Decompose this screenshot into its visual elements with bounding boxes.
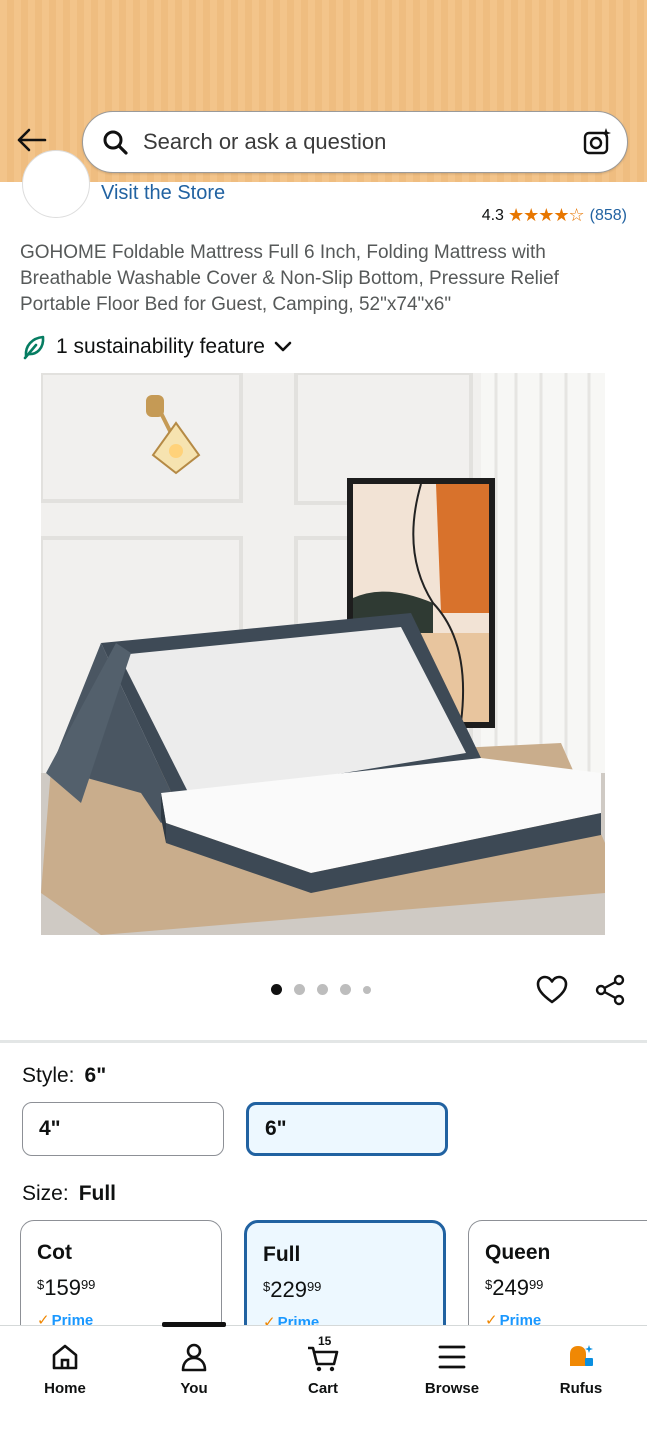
product-image[interactable] xyxy=(41,373,605,935)
rufus-icon xyxy=(564,1340,598,1374)
nav-label: Browse xyxy=(424,1380,480,1397)
carousel-dot[interactable] xyxy=(294,984,305,995)
price-currency: $ xyxy=(37,1277,45,1292)
price-whole: 249 xyxy=(492,1275,529,1300)
nav-cart[interactable]: 15 Cart xyxy=(278,1334,368,1397)
price-cents: 99 xyxy=(528,1277,544,1292)
carousel-dot[interactable] xyxy=(317,984,328,995)
carousel-dot[interactable] xyxy=(340,984,351,995)
price-whole: 159 xyxy=(44,1275,81,1300)
chevron-down-icon xyxy=(273,337,293,357)
search-icon xyxy=(101,128,129,156)
sustainability-label: 1 sustainability feature xyxy=(56,335,265,358)
share-icon[interactable] xyxy=(592,972,628,1008)
sustainability-feature-toggle[interactable]: 1 sustainability feature xyxy=(20,333,293,361)
rating-summary[interactable]: 4.3 ★★★★☆ (858) xyxy=(482,205,627,226)
style-label: Style: 6" xyxy=(22,1064,106,1088)
home-icon xyxy=(48,1340,82,1374)
price-currency: $ xyxy=(485,1277,493,1292)
rating-value: 4.3 xyxy=(481,206,504,224)
product-title: GOHOME Foldable Mattress Full 6 Inch, Fo… xyxy=(20,242,559,315)
style-option-6in[interactable]: 6" xyxy=(246,1102,448,1156)
carousel-dot[interactable] xyxy=(363,985,371,994)
menu-icon xyxy=(435,1340,469,1374)
size-selected-value: Full xyxy=(78,1182,117,1205)
camera-search-icon[interactable] xyxy=(581,126,613,158)
nav-label: Rufus xyxy=(559,1380,603,1397)
price-currency: $ xyxy=(263,1279,271,1294)
person-icon xyxy=(177,1340,211,1374)
size-option-name: Full xyxy=(263,1243,301,1266)
bottom-navigation: Home You 15 Cart Browse Rufus xyxy=(0,1322,647,1440)
style-option-label: 6" xyxy=(265,1117,287,1140)
size-option-name: Queen xyxy=(485,1241,551,1264)
image-carousel-dots[interactable] xyxy=(271,984,371,995)
cart-count-badge: 15 xyxy=(318,1334,332,1348)
star-rating-icon: ★★★★☆ xyxy=(507,205,585,225)
carousel-dot[interactable] xyxy=(271,984,282,995)
size-option-price: $159 99 xyxy=(37,1275,205,1301)
nav-browse[interactable]: Browse xyxy=(407,1340,497,1397)
style-option-4in[interactable]: 4" xyxy=(22,1102,224,1156)
cart-icon: 15 xyxy=(306,1334,340,1374)
store-logo[interactable] xyxy=(22,150,90,218)
style-option-label: 4" xyxy=(39,1117,61,1140)
heart-icon[interactable] xyxy=(534,972,570,1008)
price-whole: 229 xyxy=(270,1277,307,1302)
nav-label: You xyxy=(180,1380,208,1397)
nav-rufus[interactable]: Rufus xyxy=(536,1340,626,1397)
leaf-icon xyxy=(20,333,48,361)
nav-label: Cart xyxy=(307,1380,338,1397)
visit-store-link[interactable]: Visit the Store xyxy=(101,182,225,205)
price-cents: 99 xyxy=(306,1279,322,1294)
style-label-text: Style: xyxy=(22,1064,75,1087)
search-placeholder: Search or ask a question xyxy=(143,129,387,154)
size-label: Size: Full xyxy=(22,1182,116,1206)
size-option-price: $249 99 xyxy=(485,1275,631,1301)
size-option-price: $229 99 xyxy=(263,1277,427,1303)
section-divider xyxy=(0,1040,647,1043)
top-header: Search or ask a question xyxy=(0,0,647,182)
price-cents: 99 xyxy=(80,1277,96,1292)
rating-count[interactable]: (858) xyxy=(590,207,627,225)
size-option-name: Cot xyxy=(37,1241,72,1264)
nav-label: Home xyxy=(44,1380,86,1397)
nav-you[interactable]: You xyxy=(149,1340,239,1397)
nav-home[interactable]: Home xyxy=(20,1340,110,1397)
search-input[interactable]: Search or ask a question xyxy=(82,111,628,173)
nav-active-indicator xyxy=(162,1322,226,1327)
size-label-text: Size: xyxy=(22,1182,69,1205)
style-selected-value: 6" xyxy=(84,1064,107,1087)
